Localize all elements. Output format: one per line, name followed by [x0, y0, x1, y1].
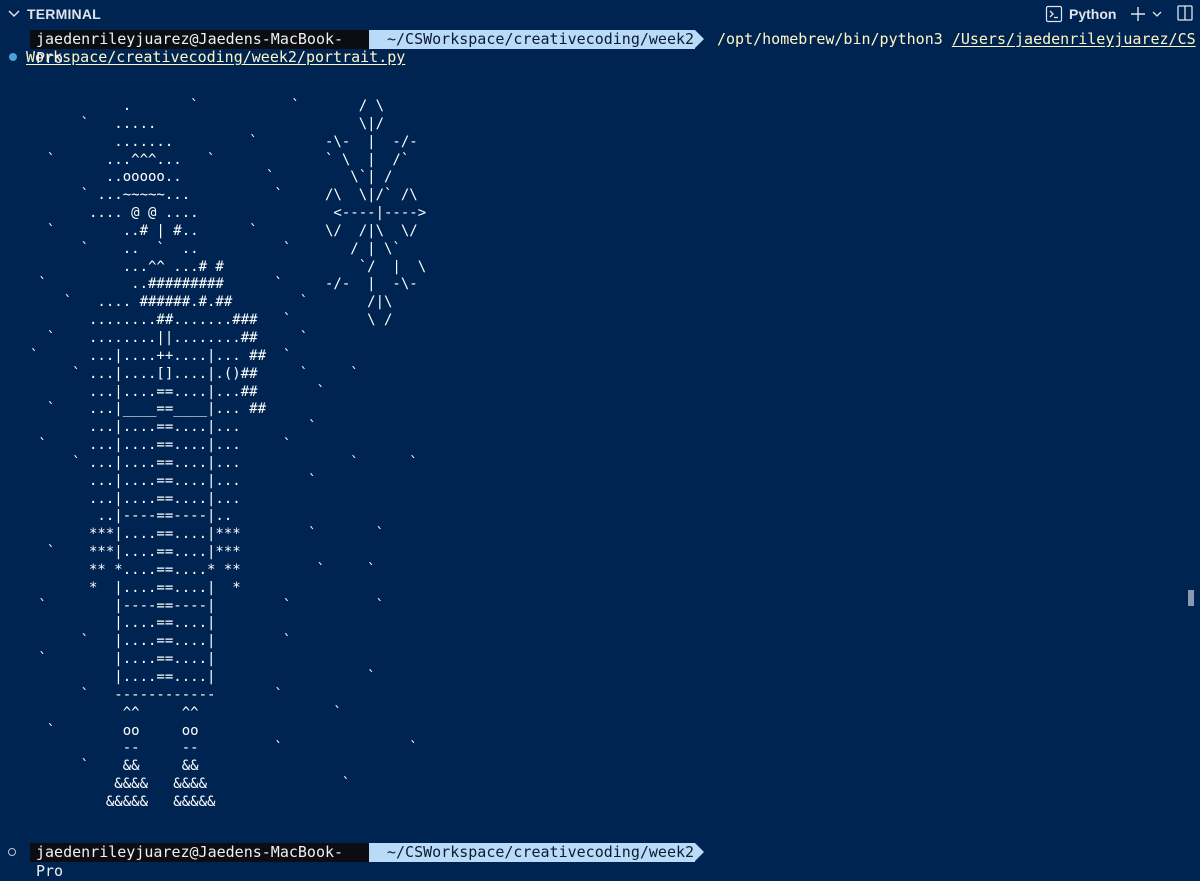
prompt-user-host: jaedenrileyjuarez@Jaedens-MacBook-Pro: [30, 843, 369, 880]
command-script-path[interactable]: /Users/jaedenrileyjuarez/CS: [952, 30, 1196, 48]
prompt-end-arrow: [695, 30, 704, 48]
chevron-down-icon[interactable]: [1151, 8, 1163, 20]
plus-icon[interactable]: [1129, 5, 1147, 23]
command-status-dot[interactable]: [9, 53, 17, 61]
terminal-panel-header: TERMINAL Python: [0, 0, 1200, 28]
command-status-dot-empty[interactable]: [8, 848, 16, 856]
command-script-path-continued[interactable]: Workspace/creativecoding/week2/portrait.…: [26, 48, 405, 67]
split-panel-icon[interactable]: [1176, 4, 1194, 22]
ascii-art-output: . ` ` / \ ` ..... \|/ ....... ` -\- | -/…: [30, 98, 427, 810]
command-executable: /opt/homebrew/bin/python3: [717, 30, 943, 48]
chevron-down-icon[interactable]: [6, 5, 22, 21]
prompt-directory: ~/CSWorkspace/creativecoding/week2: [369, 843, 695, 862]
scrollbar-thumb[interactable]: [1188, 590, 1194, 606]
prompt-directory: ~/CSWorkspace/creativecoding/week2: [369, 30, 695, 49]
panel-title[interactable]: TERMINAL: [27, 6, 101, 22]
prompt-user-host: jaedenrileyjuarez@Jaedens-MacBook-Pro: [30, 30, 369, 67]
prompt-end-arrow: [695, 843, 704, 861]
terminal-name[interactable]: Python: [1069, 6, 1116, 22]
command-line: /opt/homebrew/bin/python3 /Users/jaedenr…: [717, 30, 1196, 49]
terminal-icon: [1045, 5, 1063, 23]
